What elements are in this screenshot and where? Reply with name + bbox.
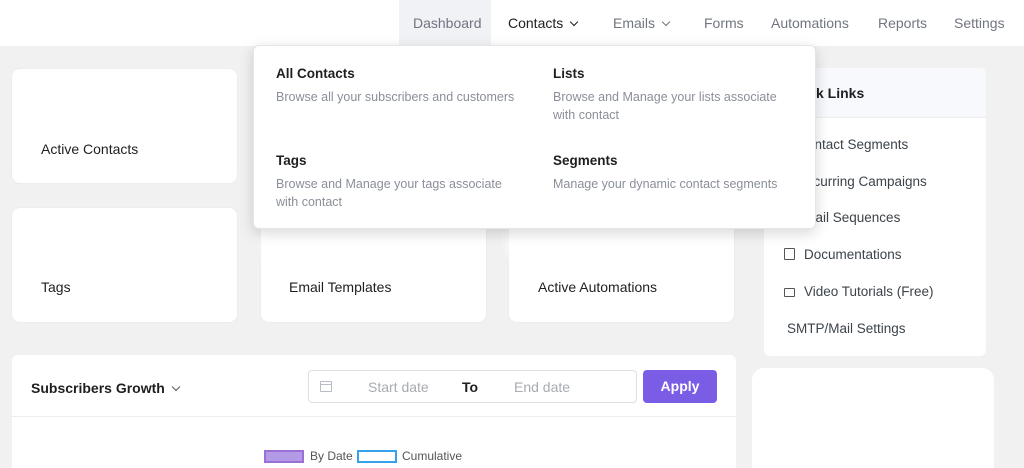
nav-emails[interactable]: Emails bbox=[613, 0, 671, 46]
chevron-down-icon bbox=[661, 17, 671, 27]
top-navigation: Dashboard Contacts Emails Forms Automati… bbox=[0, 0, 1024, 46]
stat-card-label: Active Contacts bbox=[41, 141, 139, 157]
stat-card-label: Tags bbox=[41, 279, 71, 295]
legend-label-by-date: By Date bbox=[310, 449, 353, 463]
apply-button[interactable]: Apply bbox=[643, 370, 717, 403]
stat-card-tags[interactable]: Tags bbox=[12, 208, 237, 322]
dropdown-item-description: Browse and Manage your tags associate wi… bbox=[276, 177, 502, 209]
quick-link-label: SMTP/Mail Settings bbox=[787, 321, 906, 336]
chevron-down-icon bbox=[570, 17, 579, 27]
nav-forms-label: Forms bbox=[704, 15, 744, 31]
dropdown-item-description: Browse all your subscribers and customer… bbox=[276, 90, 515, 104]
nav-dashboard[interactable]: Dashboard bbox=[399, 0, 491, 46]
growth-title: Subscribers Growth bbox=[31, 380, 165, 396]
dropdown-item-title: All Contacts bbox=[276, 66, 355, 81]
subscribers-growth-panel: Subscribers Growth Start date To End dat… bbox=[12, 355, 736, 468]
nav-reports-label: Reports bbox=[878, 15, 928, 31]
date-range-picker[interactable]: Start date To End date bbox=[308, 370, 637, 403]
quick-link-label: Video Tutorials (Free) bbox=[804, 284, 934, 299]
nav-emails-label: Emails bbox=[613, 15, 656, 31]
video-icon bbox=[784, 288, 795, 297]
blurred-value bbox=[269, 234, 395, 254]
dropdown-item-title: Tags bbox=[276, 153, 307, 168]
quick-link-smtp-mail-settings[interactable]: SMTP/Mail Settings bbox=[787, 321, 906, 336]
dropdown-item-description: Browse and Manage your lists associate w… bbox=[553, 90, 777, 122]
dropdown-item-description: Manage your dynamic contact segments bbox=[553, 177, 778, 191]
quick-link-label: Documentations bbox=[804, 247, 902, 262]
document-icon bbox=[784, 248, 795, 260]
dropdown-item-title: Segments bbox=[553, 153, 618, 168]
legend-swatch-by-date[interactable] bbox=[264, 450, 304, 463]
nav-forms[interactable]: Forms bbox=[704, 0, 744, 46]
end-date-input[interactable]: End date bbox=[514, 379, 570, 395]
nav-contacts-label: Contacts bbox=[508, 15, 564, 31]
chevron-down-icon bbox=[171, 382, 181, 392]
calendar-icon bbox=[320, 381, 332, 392]
quick-link-email-sequences[interactable]: nail Sequences bbox=[808, 210, 900, 225]
nav-automations-label: Automations bbox=[771, 15, 849, 31]
quick-link-label: nail Sequences bbox=[808, 210, 901, 225]
stat-card-active-contacts[interactable]: Active Contacts bbox=[12, 69, 237, 183]
nav-settings-label: Settings bbox=[954, 15, 1005, 31]
quick-link-recurring-campaigns[interactable]: ecurring Campaigns bbox=[806, 174, 927, 189]
nav-automations[interactable]: Automations bbox=[771, 0, 849, 46]
nav-contacts[interactable]: Contacts bbox=[508, 0, 579, 46]
legend-swatch-cumulative[interactable] bbox=[357, 450, 397, 463]
divider bbox=[12, 416, 736, 417]
start-date-input[interactable]: Start date bbox=[368, 379, 429, 395]
quick-link-contact-segments[interactable]: ontact Segments bbox=[807, 137, 908, 152]
quick-link-label: ecurring Campaigns bbox=[806, 174, 927, 189]
quick-link-video-tutorials[interactable]: Video Tutorials (Free) bbox=[784, 284, 934, 299]
stat-card-label: Active Automations bbox=[538, 279, 658, 295]
blurred-value bbox=[513, 234, 663, 254]
quick-link-label: ontact Segments bbox=[807, 137, 909, 152]
stat-card-label: Email Templates bbox=[289, 279, 392, 295]
quick-link-documentations[interactable]: Documentations bbox=[784, 247, 902, 262]
nav-reports[interactable]: Reports bbox=[878, 0, 927, 46]
contacts-dropdown-menu: All Contacts Browse all your subscribers… bbox=[253, 45, 816, 229]
quick-links-title: k Links bbox=[816, 85, 865, 101]
dropdown-item-title: Lists bbox=[553, 66, 585, 81]
legend-label-cumulative: Cumulative bbox=[402, 449, 463, 463]
growth-title-dropdown[interactable]: Subscribers Growth bbox=[31, 380, 181, 396]
date-range-separator: To bbox=[462, 379, 479, 395]
nav-dashboard-label: Dashboard bbox=[413, 15, 482, 31]
side-card bbox=[752, 368, 994, 468]
nav-settings[interactable]: Settings bbox=[954, 0, 1005, 46]
